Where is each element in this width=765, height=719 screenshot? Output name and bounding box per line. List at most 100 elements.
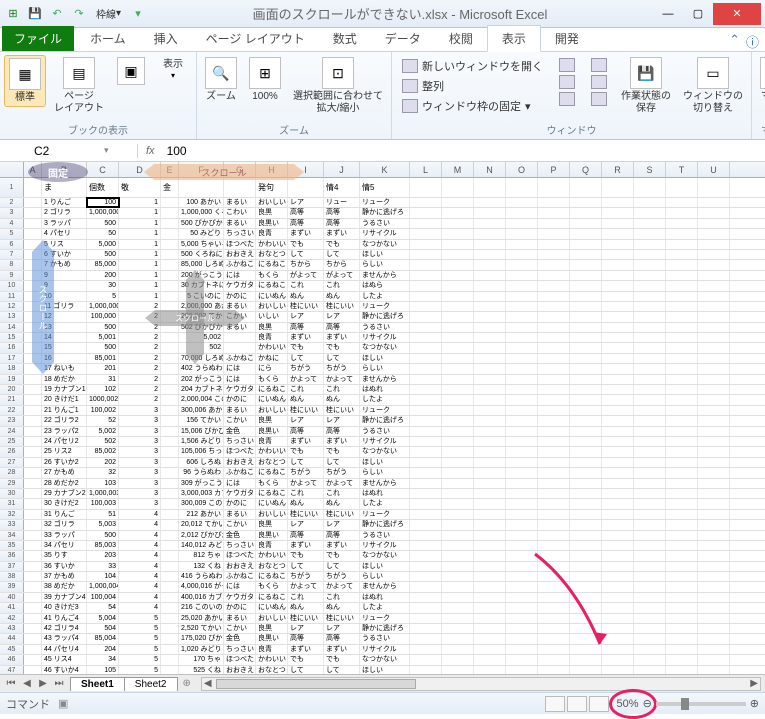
cell[interactable] <box>506 614 538 623</box>
cell[interactable]: 102 <box>87 385 119 394</box>
cell[interactable]: おなとつ <box>256 562 288 571</box>
cell[interactable]: 22 ゴリラ2 <box>42 416 87 425</box>
cell[interactable]: 5 <box>119 624 161 633</box>
cell[interactable] <box>666 333 698 342</box>
cell[interactable] <box>602 260 634 269</box>
cell[interactable] <box>666 593 698 602</box>
cell[interactable] <box>666 354 698 363</box>
cell[interactable] <box>570 458 602 467</box>
cell[interactable] <box>224 333 256 342</box>
cell[interactable] <box>634 582 666 591</box>
cell[interactable]: にるねこ <box>256 281 288 290</box>
cell[interactable] <box>538 364 570 373</box>
cell[interactable]: 4 <box>119 593 161 602</box>
cell[interactable] <box>161 427 179 436</box>
view-normal-button[interactable] <box>545 696 565 712</box>
cell[interactable] <box>570 645 602 654</box>
cell[interactable] <box>442 666 474 674</box>
zoom-button[interactable]: 🔍ズーム <box>201 55 241 105</box>
cell[interactable]: 21 りんご1 <box>42 406 87 415</box>
cell[interactable]: レア <box>324 520 360 529</box>
cell[interactable]: おなとつ <box>256 458 288 467</box>
cell[interactable]: 34 パセリ <box>42 541 87 550</box>
cell[interactable] <box>474 614 506 623</box>
row-header[interactable]: 32 <box>0 510 24 519</box>
cell[interactable]: 良青 <box>256 645 288 654</box>
cell[interactable] <box>570 343 602 352</box>
cell[interactable] <box>161 333 179 342</box>
cell[interactable] <box>474 385 506 394</box>
cell[interactable] <box>442 333 474 342</box>
hide-button[interactable] <box>555 74 579 90</box>
cell[interactable]: いしい <box>256 312 288 321</box>
show-button[interactable]: 表示▾ <box>154 55 192 82</box>
cell[interactable] <box>442 520 474 529</box>
cell[interactable] <box>442 458 474 467</box>
cell[interactable] <box>474 531 506 540</box>
cell[interactable] <box>634 572 666 581</box>
cell[interactable] <box>698 551 730 560</box>
cell[interactable] <box>442 572 474 581</box>
cell[interactable]: がよって <box>288 271 324 280</box>
cell[interactable] <box>506 666 538 674</box>
cell[interactable]: 500 <box>87 323 119 332</box>
cell[interactable] <box>602 208 634 217</box>
cell[interactable]: 204 <box>87 645 119 654</box>
cell[interactable] <box>410 541 442 550</box>
cell[interactable]: 500 くろねに <box>179 250 224 259</box>
cell[interactable]: 100,003 <box>87 499 119 508</box>
cell[interactable] <box>506 520 538 529</box>
cell[interactable] <box>698 406 730 415</box>
cell[interactable] <box>634 562 666 571</box>
cell[interactable]: 1,506 みどり <box>179 437 224 446</box>
cell[interactable]: 105,006 ちっさい <box>179 447 224 456</box>
cell[interactable] <box>410 219 442 228</box>
row-header[interactable]: 2 <box>0 198 24 207</box>
sheet-nav-prev[interactable]: ◀ <box>20 678 34 689</box>
cell[interactable]: 30 <box>87 281 119 290</box>
cell[interactable] <box>161 645 179 654</box>
cell[interactable]: 2 <box>119 395 161 404</box>
cell[interactable] <box>602 302 634 311</box>
view-pagebreak-button[interactable] <box>589 696 609 712</box>
cell[interactable]: 33 <box>87 562 119 571</box>
cell[interactable] <box>506 260 538 269</box>
cell[interactable] <box>666 219 698 228</box>
cell[interactable] <box>602 385 634 394</box>
qat-customize-icon[interactable]: ▾ <box>129 5 147 23</box>
cell[interactable]: 1 <box>119 198 161 207</box>
cell[interactable] <box>602 312 634 321</box>
cell[interactable]: 良黒 <box>256 520 288 529</box>
column-header-K[interactable]: K <box>360 162 410 177</box>
cell[interactable] <box>602 416 634 425</box>
cell[interactable] <box>602 593 634 602</box>
cell[interactable] <box>442 240 474 249</box>
cell[interactable] <box>666 468 698 477</box>
cell[interactable] <box>161 458 179 467</box>
cell[interactable] <box>602 666 634 674</box>
cell[interactable] <box>474 427 506 436</box>
cell[interactable] <box>602 489 634 498</box>
cell[interactable]: 44 パセリ4 <box>42 645 87 654</box>
cell[interactable]: もくら <box>256 582 288 591</box>
cell[interactable] <box>634 219 666 228</box>
cell[interactable]: 1,000,000 <box>87 302 119 311</box>
cell[interactable] <box>506 427 538 436</box>
cell[interactable] <box>506 375 538 384</box>
cell[interactable]: まずい <box>324 645 360 654</box>
cell[interactable] <box>666 541 698 550</box>
cell[interactable]: 良黒 <box>256 416 288 425</box>
cell[interactable] <box>506 385 538 394</box>
cell[interactable] <box>698 614 730 623</box>
cell[interactable] <box>666 343 698 352</box>
cell[interactable]: これ <box>288 489 324 498</box>
cell[interactable]: リューク <box>360 302 410 311</box>
cell[interactable]: 5 <box>119 655 161 664</box>
row-header[interactable]: 37 <box>0 562 24 571</box>
cell[interactable] <box>570 499 602 508</box>
cell[interactable] <box>410 375 442 384</box>
cell[interactable]: ほしい <box>360 354 410 363</box>
cell[interactable] <box>506 562 538 571</box>
cell[interactable] <box>506 281 538 290</box>
cell[interactable] <box>698 541 730 550</box>
